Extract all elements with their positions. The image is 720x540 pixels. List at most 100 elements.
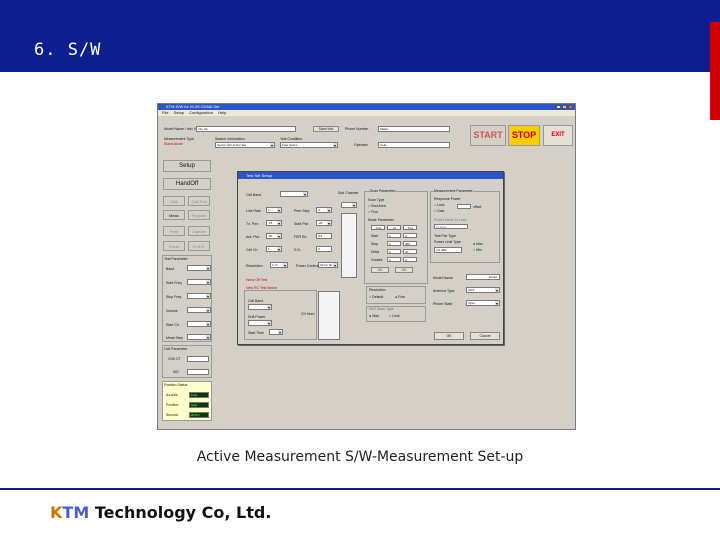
grid-value-1a[interactable]: 1 [266,207,282,213]
scan-stop-v2[interactable]: 360 [403,241,417,246]
save-info-button[interactable]: Save Info [313,126,339,132]
call-ch-input[interactable] [187,356,209,362]
start-time-label: Start Time [248,331,264,335]
scan-delta-v2[interactable]: 10 [403,249,417,254]
phone-number-input[interactable]: Maker [378,126,450,132]
close-button[interactable]: × [568,105,573,109]
phone-state-label: Phone State [433,302,453,306]
handoff-button[interactable]: HandOff [163,178,211,190]
grid-value-2b[interactable]: -20 [316,220,332,226]
handoff-channel-list[interactable] [318,291,340,340]
exit-button[interactable]: EXIT [543,125,573,146]
menu-setup[interactable]: Setup [174,110,184,116]
grid-value-2a[interactable]: -15 [266,220,282,226]
phone-state-select[interactable]: Open [466,300,500,306]
menu-help[interactable]: Help [218,110,226,116]
capture-button[interactable]: Capture [188,226,210,236]
antenna-type-select[interactable]: UDS [466,287,500,293]
fs-select[interactable]: Fs Rate [434,224,468,229]
maximize-button[interactable]: □ [562,105,567,109]
param-volume-select[interactable] [187,307,211,313]
dialog-ok-button[interactable]: OK [434,332,464,340]
power-control-label: Power Control [296,264,319,268]
menu-file[interactable]: File [162,110,168,116]
call-sid-input[interactable] [187,369,209,375]
frbe-button[interactable]: Fr.B.E. [188,241,210,251]
scan-grades-label: Grades [371,258,383,262]
stop-button[interactable]: STOP [508,125,540,146]
scan-grades-v2[interactable]: 0 [403,257,417,262]
min-radio[interactable]: ○ Min [473,248,482,252]
call-button[interactable]: Call [163,196,185,206]
scan-delta-v1[interactable]: 0 [387,249,401,254]
test-pwr-input[interactable]: 0.0 dBm [434,247,462,253]
resolution-select[interactable]: 1 ch [270,262,288,268]
scan-ok-2-button[interactable]: OK [395,267,413,273]
call-end-button[interactable]: Call End [188,196,210,206]
offset-input[interactable] [457,204,471,209]
dut-radio-2[interactable]: ○ Cont [389,314,400,318]
scan-grades-v1[interactable]: 0 [387,257,401,262]
grid-label-1b: Peer Step [294,209,310,213]
scan-ok-1-button[interactable]: OK [371,267,389,273]
cell-band-select[interactable] [280,191,308,197]
drift-power-select[interactable] [248,320,272,326]
search-information-label: Search Information [215,137,245,141]
scan-stop-v1[interactable]: 0 [387,241,401,246]
operator-input[interactable]: Cola [378,142,450,148]
model-name-dialog-input[interactable]: Model [466,274,500,280]
phone-number-label: Phone Number [345,127,369,131]
response-radio-1[interactable]: ○ Loss [434,203,445,207]
start-button[interactable]: START [470,125,506,146]
grid-value-4a[interactable]: 1 [266,246,282,252]
call-band-select[interactable] [248,304,272,310]
test-condition-select[interactable]: Free Space [280,142,338,148]
grid-label-3a: Ant. Pwr. [246,235,261,239]
param-meas-step-select[interactable] [187,334,211,340]
model-name-input[interactable]: Info Ver [196,126,296,132]
mode-header-1: Axis [371,225,385,230]
scan-stop-label: Stop [371,242,379,246]
grid-label-4a: Cell Ch. [246,248,259,252]
res-radio-1[interactable]: ○ Default [369,295,383,299]
footer-k: K [50,503,63,522]
scan-start-v2[interactable]: 0 [403,233,417,238]
grid-value-4b[interactable]: 0 [316,246,332,252]
param-start-ch-label: Start Ch [166,323,179,327]
header-accent-bar [710,22,720,120]
register-button[interactable]: Register [188,210,210,220]
excel-button[interactable]: Excel [163,241,185,251]
menu-configuration[interactable]: Configuration [189,110,213,116]
sub-channel-list[interactable] [341,213,357,278]
meas-button[interactable]: Meas [163,210,185,220]
sub-channel-select[interactable] [341,202,357,208]
model-name-dialog-label: Model Name [433,276,453,280]
handoff-test-checkbox[interactable]: Hand Off Test [246,278,267,282]
dialog-cancel-button[interactable]: Cancel [470,332,500,340]
param-band-select[interactable] [187,265,211,271]
grid-value-1b[interactable]: 3 [316,207,332,213]
print-button[interactable]: Print [163,226,185,236]
scan-start-v1[interactable]: 0 [387,233,401,238]
minimize-button[interactable]: _ [556,105,561,109]
scan-parameter-group: Scan Parameter Scan Type ○ Rad Area ○ Po… [364,189,428,284]
menu-bar: File Setup Configuration Help [158,110,575,116]
start-time-select[interactable] [269,329,283,335]
power-control-select[interactable]: All Up bit [318,262,338,268]
dut-radio-1[interactable]: ● Step [369,314,379,318]
param-start-freq-select[interactable] [187,279,211,285]
search-information-select[interactable]: Sector with Active Set [215,142,275,148]
grid-value-3a[interactable]: -50 [266,233,282,239]
response-radio-2[interactable]: ○ Gain [434,209,445,213]
position-value: Stop [189,402,209,408]
grid-value-3b[interactable]: 0.5 [316,233,332,239]
setup-button[interactable]: Setup [163,160,211,172]
dialog-title: Test Set Setup [238,172,503,179]
res-radio-2[interactable]: ● Fine [395,295,405,299]
scan-type-radio-1[interactable]: ○ Rad Area [368,204,386,208]
param-start-ch-select[interactable] [187,321,211,327]
scan-type-radio-2[interactable]: ○ Pow [368,210,378,214]
param-stop-freq-select[interactable] [187,293,211,299]
max-radio[interactable]: ● Max [473,242,483,246]
scan-resolution-label: Resolution [369,288,386,292]
